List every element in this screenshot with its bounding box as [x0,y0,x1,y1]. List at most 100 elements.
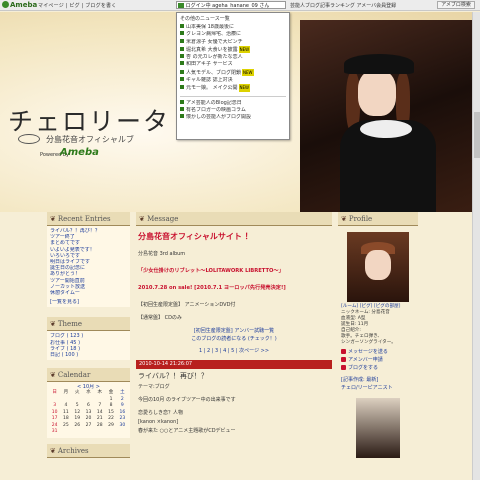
blog-title[interactable]: チェロリータ [8,102,170,138]
theme-list: ブログ ( 123 ) お仕事 ( 45 ) ライブ ( 18 ) 日記 ( 1… [47,331,130,361]
news-item[interactable]: 杏 の元カレが新たな恋人 [180,54,286,61]
vertical-scrollbar[interactable] [472,12,480,480]
scrollbar-thumb[interactable] [474,112,480,158]
ornament-icon: ❦ [139,215,148,223]
ameblo-search-button[interactable]: アメブロ検索 [437,1,475,9]
news-item[interactable]: クレヨン病帰宅、治療に [180,31,286,38]
archives-heading: ❦ Archives [47,443,130,458]
top-nav-links[interactable]: マイページ | ピグ | ブログを書く [38,2,116,9]
calendar: < 10月 > 日月火水木金土 1 2 3 4 5 6 7 8 9 10 11 12 13 14 15 16 17… [47,382,130,438]
news-item[interactable]: 懐かしの芸能人がブログ開設 [180,114,286,121]
entry-title[interactable]: ライバル？！再び！？ [138,371,330,381]
amember-request-label: アメンバー申請 [348,357,383,363]
calendar-week-row: 31 [49,429,128,436]
recent-entry-link[interactable]: 休憩タイムー [50,290,127,296]
ameba-logo-text: Ameba [10,1,38,9]
profile-info: [ルーム] [ピグ] [ピグの部屋] ニックネーム: 分島花音 血液型: A型 … [338,302,418,348]
message-icon [341,349,346,354]
start-blog-link[interactable]: ブログをする [338,364,418,372]
theme-title: Theme [57,320,82,329]
news-item[interactable]: 堀北真希 大食いを披露 NEW [180,45,286,54]
blog-icon [341,365,346,370]
news-item[interactable]: 人気モデル、ブログ閉鎖 NEW [180,68,286,77]
photo-collar [360,120,412,138]
message-title[interactable]: 分島花音オフィシャルサイト ！ [138,231,330,242]
send-message-link[interactable]: メッセージを送る [338,348,418,356]
news-item[interactable]: 元モー娘。 メイク公開 NEW [180,84,286,92]
bullet-icon [180,24,184,28]
view-all-link[interactable]: [一覧を見る] [50,299,127,305]
news-item-text: アメ芸能人のBlog記念日 [186,99,242,106]
regular-edition-info: 【通常盤】 CDのみ [138,315,182,321]
entry-theme[interactable]: テーマ:ブログ [138,383,330,392]
calendar-day[interactable] [72,429,83,436]
calendar-day[interactable] [60,429,71,436]
calendar-day[interactable] [105,429,116,436]
news-bottom-list: アメ芸能人のBlog記念日 有名ブロガーの映画コラム 懐かしの芸能人がブログ開設 [180,99,286,122]
bullet-icon [180,69,184,74]
bullet-icon [180,106,184,111]
theme-heading: ❦ Theme [47,317,130,332]
news-list: 山本美保 18歳最後に クレヨン病帰宅、治療に 米倉涼子 女優で大ピンチ 堀北真… [180,24,286,93]
login-status[interactable]: ログイン中 ageha_hanane_09 さん [176,1,286,9]
subscribe-link[interactable]: このブログの読者になる (チェック！) [136,335,332,343]
album-title: 「少女仕掛けのリブレット～LOLITAWORK LIBRETTO～」 [138,268,284,274]
entry-line: 恋愛らしき恋？人物 [138,410,184,416]
news-heading[interactable]: [記事作成: 最新] [338,376,418,384]
bullet-icon [180,114,184,119]
send-message-label: メッセージを送る [348,349,388,355]
news-dropdown: その他のニュース一覧 山本美保 18歳最後に クレヨン病帰宅、治療に 米倉涼子 … [176,12,290,140]
news-item[interactable]: 和田アキ子 サービス [180,61,286,68]
amember-request-link[interactable]: アメンバー申請 [338,356,418,364]
bullet-icon [180,99,184,104]
ameba-logo[interactable]: Ameba [2,1,37,9]
new-badge: NEW [238,84,250,92]
message-section-title: Message [147,215,179,223]
pagination[interactable]: 1 | 2 | 3 | 4 | 5 | 次ページ >> [136,347,332,354]
main-column: ❦ Message 分島花音オフィシャルサイト ！ 分島花音 3rd album… [136,212,332,436]
profile-title: Profile [348,215,373,223]
news-item[interactable]: アメ芸能人のBlog記念日 [180,99,286,107]
ornament-icon: ❦ [341,215,347,223]
profile-image[interactable] [347,232,409,302]
entry-line: 春が来た ○○とアニメ主題歌がCDデビュー [138,428,236,434]
ameba-brand-mark[interactable]: Ameba [60,147,99,158]
news-image[interactable] [356,398,400,458]
bullet-icon [180,54,184,59]
news-item-text: 堀北真希 大食いを披露 [186,46,238,53]
news-item[interactable]: ギャル雑誌 誌上対決 [180,77,286,84]
entry-line: 今回の10月 のライブツアー中の出来事です [138,397,236,403]
calendar-day[interactable]: 31 [49,429,60,436]
ornament-icon: ❦ [50,320,56,329]
news-item-text: 山本美保 18歳最後に [186,24,234,30]
calendar-day[interactable] [94,429,105,436]
news-item[interactable]: 有名ブロガーの映画コラム [180,106,286,114]
ornament-icon: ❦ [50,371,56,380]
news-item-text: 有名ブロガーの映画コラム [186,106,246,113]
ameba-logo-icon [2,1,9,8]
theme-link[interactable]: 日記 ( 100 ) [50,352,127,358]
profile-line: シンガーソングライター。 [341,340,396,345]
new-badge: NEW [242,68,254,77]
news-subheading[interactable]: チェロ/リーピアニスト [338,384,418,392]
limited-edition-info: 【初回生産限定盤】 アニメーションDVD付 [138,302,236,308]
news-divider [180,95,286,97]
bullet-icon [180,46,184,51]
news-item[interactable]: 山本美保 18歳最後に [180,24,286,31]
ornament-icon: ❦ [50,446,56,455]
news-item[interactable]: 米倉涼子 女優で大ピンチ [180,38,286,46]
status-icon [178,3,184,8]
release-date: 2010.7.28 on sale! [2010.7.1 ヨーロッパ先行発売決定… [138,285,286,291]
calendar-day[interactable] [117,429,128,436]
news-item-text: 懐かしの芸能人がブログ開設 [186,114,252,121]
start-blog-label: ブログをする [348,365,379,371]
preview-link[interactable]: [初回生産限定盤] アンバー試聴一覧 [136,327,332,335]
message-heading: ❦ Message [136,212,332,226]
news-item-text: 杏 の元カレが新たな恋人 [186,54,243,61]
recent-entries-list: ライバル？！再び！？ ツアー終了 まとめてです いよいよ発表です！ いろいろです… [47,226,130,308]
entry-date-bar: 2010-10-14 21:26:07 [136,360,332,369]
news-item-text: 元モー娘。 メイク公開 [186,85,238,92]
calendar-day[interactable] [83,429,94,436]
top-right-links[interactable]: 芸能人ブログ記事ランキング アメーバ会員登録 [290,2,396,9]
right-sidebar: ❦ Profile [ルーム] [ピグ] [ピグの部屋] ニックネーム: 分島花音… [338,212,418,458]
